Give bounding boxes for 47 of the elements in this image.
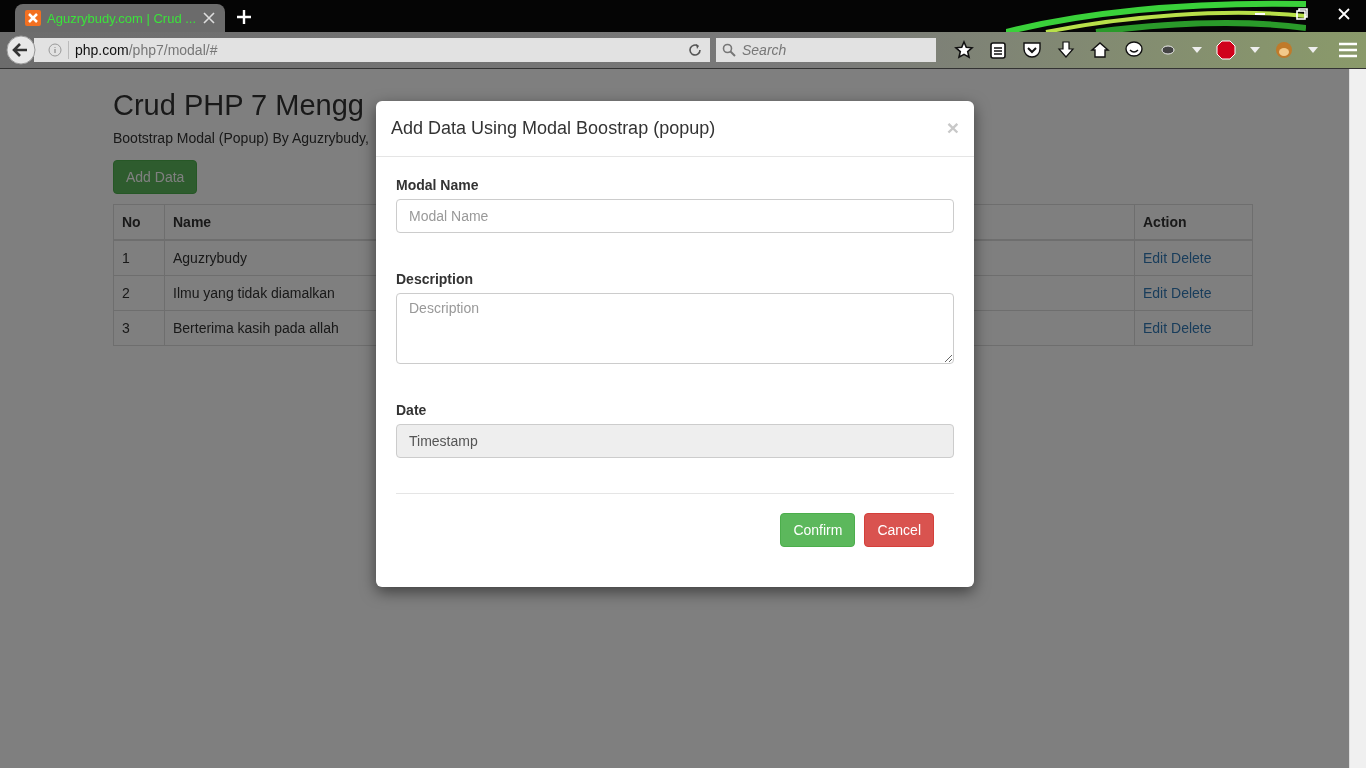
- close-icon[interactable]: [1338, 8, 1350, 20]
- reload-icon[interactable]: [688, 43, 702, 57]
- cancel-button[interactable]: Cancel: [864, 513, 934, 547]
- action-link[interactable]: Edit: [1143, 250, 1168, 266]
- menu-icon[interactable]: [1338, 42, 1358, 58]
- table-cell: 1: [113, 240, 165, 276]
- url-host: php.com: [75, 42, 129, 58]
- close-tab-icon[interactable]: [203, 12, 215, 24]
- caret-icon[interactable]: [1250, 47, 1260, 53]
- caret-icon[interactable]: [1192, 47, 1202, 53]
- star-icon[interactable]: [954, 40, 974, 60]
- table-cell: 3: [113, 310, 165, 346]
- table-cell: 2: [113, 275, 165, 311]
- add-data-button[interactable]: Add Data: [113, 160, 198, 194]
- close-button[interactable]: ×: [946, 116, 959, 140]
- address-bar[interactable]: php.com/php7/modal/#: [34, 38, 710, 62]
- column-header: Action: [1134, 204, 1253, 240]
- url-path: /php7/modal/#: [128, 42, 218, 58]
- search-field[interactable]: Search: [716, 38, 936, 62]
- action-link[interactable]: Edit: [1143, 320, 1168, 336]
- column-header: No: [113, 204, 165, 240]
- action-link[interactable]: Delete: [1171, 250, 1212, 266]
- search-icon: [722, 43, 736, 57]
- modal-title: Add Data Using Modal Boostrap (popup): [391, 117, 716, 139]
- page-title: Crud PHP 7 Mengg: [113, 89, 365, 122]
- confirm-button[interactable]: Confirm: [780, 513, 856, 547]
- page-subtitle: Bootstrap Modal (Popup) By Aguzrybudy,: [113, 130, 370, 146]
- action-link[interactable]: Edit: [1143, 285, 1168, 301]
- adblock-icon[interactable]: [1216, 40, 1236, 60]
- input-field[interactable]: Modal Name: [396, 199, 954, 233]
- browser-tab[interactable]: Aguzrybudy.com | Crud ...: [15, 4, 225, 32]
- scrollbar[interactable]: [1349, 69, 1366, 768]
- field-label: Date: [396, 402, 427, 418]
- description-field[interactable]: Description: [396, 293, 954, 364]
- download-icon[interactable]: [1056, 40, 1076, 60]
- input-field: Timestamp: [396, 424, 954, 458]
- home-icon[interactable]: [1090, 40, 1110, 60]
- chat-smiley-icon[interactable]: [1124, 40, 1144, 60]
- new-tab-icon[interactable]: [237, 10, 251, 24]
- back-button-icon[interactable]: [6, 35, 36, 65]
- caret-icon[interactable]: [1308, 47, 1318, 53]
- restore-icon[interactable]: [1296, 8, 1308, 20]
- clipboard-icon[interactable]: [988, 40, 1008, 60]
- action-link[interactable]: Delete: [1171, 320, 1212, 336]
- action-link[interactable]: Delete: [1171, 285, 1212, 301]
- field-label: Modal Name: [396, 177, 479, 193]
- pocket-icon[interactable]: [1022, 40, 1042, 60]
